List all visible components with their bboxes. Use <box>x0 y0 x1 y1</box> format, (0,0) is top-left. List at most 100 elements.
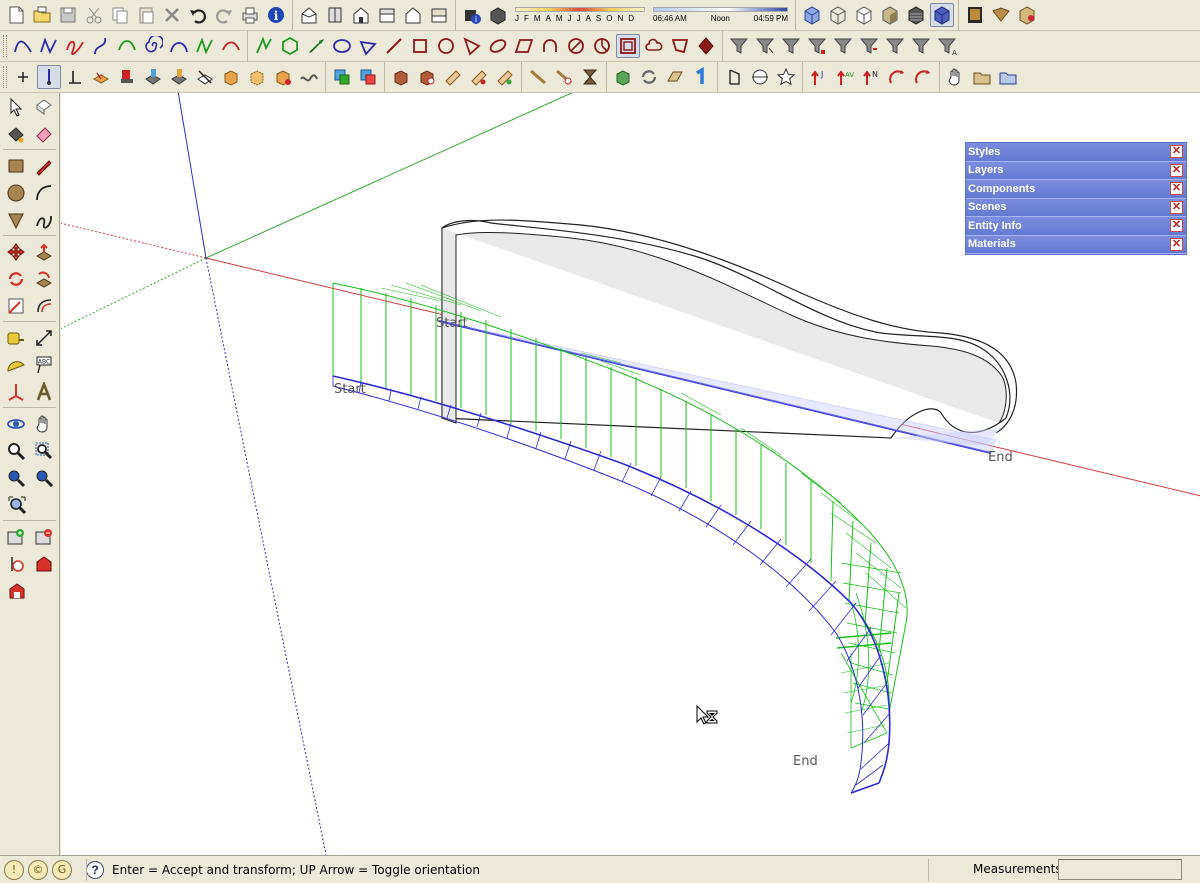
shadow-settings-icon[interactable]: i <box>460 3 484 27</box>
diamond-shape-icon[interactable] <box>694 34 718 58</box>
profile-shape[interactable] <box>441 219 1018 439</box>
zoom-window-icon[interactable] <box>32 438 55 463</box>
save-file-icon[interactable] <box>56 3 80 27</box>
protractor-icon[interactable] <box>4 352 27 377</box>
tray-panel-entity-info[interactable]: Entity Info ✕ <box>966 217 1186 236</box>
paste-icon[interactable] <box>134 3 158 27</box>
orbit-icon[interactable] <box>4 411 27 436</box>
close-icon[interactable]: ✕ <box>1170 200 1183 214</box>
paint-bucket-icon[interactable] <box>4 121 27 146</box>
wireframe-icon[interactable] <box>826 3 850 27</box>
cube-green-icon[interactable] <box>611 65 635 89</box>
select-arrow-icon[interactable] <box>4 94 27 119</box>
cube-orange-icon[interactable] <box>219 65 243 89</box>
filter-icon-6[interactable] <box>857 34 881 58</box>
filter-icon-4[interactable] <box>805 34 829 58</box>
nurbs-curve-icon[interactable] <box>193 34 217 58</box>
arc-tool-icon[interactable] <box>32 180 55 205</box>
hand-icon[interactable] <box>944 65 968 89</box>
new-file-icon[interactable] <box>4 3 28 27</box>
arc-curve-icon[interactable] <box>115 34 139 58</box>
pie-shape-icon[interactable] <box>590 34 614 58</box>
filter-icon-2[interactable] <box>753 34 777 58</box>
tray-panel-styles[interactable]: Styles ✕ <box>966 143 1186 162</box>
print-icon[interactable] <box>238 3 262 27</box>
user-account-icon[interactable]: G <box>52 859 72 880</box>
line-icon[interactable] <box>382 34 406 58</box>
catenary-icon[interactable] <box>167 34 191 58</box>
materials-library-icon[interactable] <box>1015 3 1039 27</box>
circle-tool-icon[interactable] <box>4 180 27 205</box>
wave-icon[interactable] <box>297 65 321 89</box>
eraser-icon[interactable] <box>32 121 55 146</box>
toggle-terrain-icon[interactable] <box>32 524 55 549</box>
measurements-input[interactable] <box>1058 859 1182 880</box>
credits-icon[interactable]: © <box>28 859 48 880</box>
drill-icon-1[interactable] <box>526 65 550 89</box>
close-icon[interactable]: ✕ <box>1170 145 1183 159</box>
vertex-icon[interactable] <box>63 65 87 89</box>
one-icon[interactable] <box>689 65 713 89</box>
redo-icon[interactable] <box>212 3 236 27</box>
tape-measure-icon[interactable] <box>4 325 27 350</box>
box-edit-icon[interactable] <box>89 65 113 89</box>
cube-red-target-icon[interactable] <box>415 65 439 89</box>
shadow-date-slider[interactable]: JFMAMJJASOND <box>511 1 649 29</box>
zoom-extents-icon[interactable] <box>4 492 29 517</box>
spline-curve-icon[interactable] <box>89 34 113 58</box>
shaded-icon[interactable] <box>878 3 902 27</box>
bezier-curve-icon[interactable] <box>11 34 35 58</box>
chair-icon[interactable] <box>115 65 139 89</box>
axis-av-icon[interactable]: AV <box>833 65 857 89</box>
slice-icon-3[interactable] <box>493 65 517 89</box>
parallelogram-shape-icon[interactable] <box>512 34 536 58</box>
cube-red-icon[interactable] <box>389 65 413 89</box>
rotate-tool-icon[interactable] <box>4 266 27 291</box>
polygon-icon[interactable] <box>278 34 302 58</box>
close-icon[interactable]: ✕ <box>1170 163 1183 177</box>
add-location-icon[interactable] <box>4 524 27 549</box>
components-library-icon[interactable] <box>989 3 1013 27</box>
slice-icon-1[interactable] <box>441 65 465 89</box>
offset-tool-icon[interactable] <box>32 293 55 318</box>
divider-curve-icon[interactable] <box>219 34 243 58</box>
triangle-shape-icon[interactable] <box>460 34 484 58</box>
axis-n-icon[interactable]: N <box>859 65 883 89</box>
front-view-icon[interactable] <box>349 3 373 27</box>
get-models-icon[interactable] <box>4 578 29 603</box>
eraser-box-icon[interactable] <box>167 65 191 89</box>
zoom-next-icon[interactable] <box>32 465 55 490</box>
photo-texture-icon[interactable] <box>4 551 27 576</box>
date-slider-track[interactable] <box>515 7 645 12</box>
back-view-icon[interactable] <box>401 3 425 27</box>
drill-icon-2[interactable] <box>552 65 576 89</box>
wrench-icon[interactable] <box>304 34 328 58</box>
model-info-icon[interactable]: i <box>264 3 288 27</box>
folder-edit-icon[interactable] <box>996 65 1020 89</box>
top-view-icon[interactable] <box>323 3 347 27</box>
shadow-time-slider[interactable]: 06:46 AM Noon 04:59 PM <box>649 1 792 29</box>
spiral-icon[interactable] <box>141 34 165 58</box>
axes-tool-icon[interactable] <box>4 379 27 404</box>
segment-icon[interactable] <box>252 34 276 58</box>
3d-text-icon[interactable] <box>32 379 55 404</box>
instructor-help-icon[interactable]: ? <box>86 860 104 879</box>
paint-box-icon[interactable] <box>141 65 165 89</box>
follow-me-icon[interactable] <box>32 266 55 291</box>
time-slider-track[interactable] <box>653 7 788 12</box>
polyline-curve-icon[interactable] <box>37 34 61 58</box>
slice-icon-2[interactable] <box>467 65 491 89</box>
scale-tool-icon[interactable] <box>4 293 27 318</box>
tray-panel-components[interactable]: Components ✕ <box>966 180 1186 199</box>
tray-panel-materials[interactable]: Materials ✕ <box>966 235 1186 254</box>
share-model-icon[interactable] <box>32 551 55 576</box>
flip-icon-1[interactable] <box>885 65 909 89</box>
section-circle-icon[interactable] <box>748 65 772 89</box>
cut-box-icon[interactable] <box>193 65 217 89</box>
star-icon[interactable] <box>774 65 798 89</box>
shaded-textured-icon[interactable] <box>904 3 928 27</box>
geo-location-icon[interactable]: ! <box>4 859 24 880</box>
undo-icon[interactable] <box>186 3 210 27</box>
line-pencil-icon[interactable] <box>32 153 55 178</box>
dimension-icon[interactable] <box>32 325 55 350</box>
